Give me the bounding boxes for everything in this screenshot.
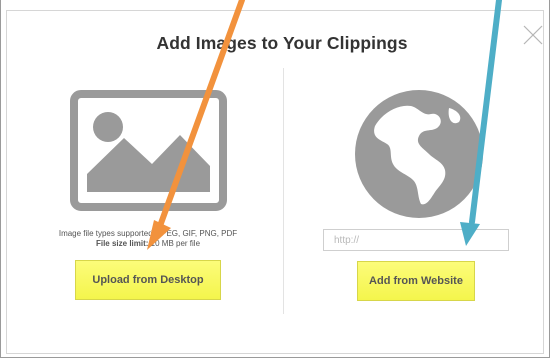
url-input[interactable]	[323, 229, 509, 251]
upload-info: Image file types supported: JPEG, GIF, P…	[20, 229, 276, 249]
supported-types-text: Image file types supported: JPEG, GIF, P…	[58, 229, 238, 238]
column-divider	[283, 68, 284, 314]
globe-icon	[355, 90, 483, 218]
close-icon[interactable]	[522, 24, 544, 46]
size-limit-label: File size limit:	[95, 239, 149, 248]
add-images-dialog: Add Images to Your Clippings Image file …	[0, 0, 550, 358]
image-placeholder-icon	[70, 90, 227, 211]
add-from-website-button[interactable]: Add from Website	[357, 261, 475, 301]
size-limit-value: 10 MB per file	[150, 239, 201, 248]
dialog-title: Add Images to Your Clippings	[156, 33, 408, 53]
upload-from-desktop-button[interactable]: Upload from Desktop	[75, 260, 221, 300]
size-limit-text: File size limit: 10 MB per file	[20, 239, 276, 249]
